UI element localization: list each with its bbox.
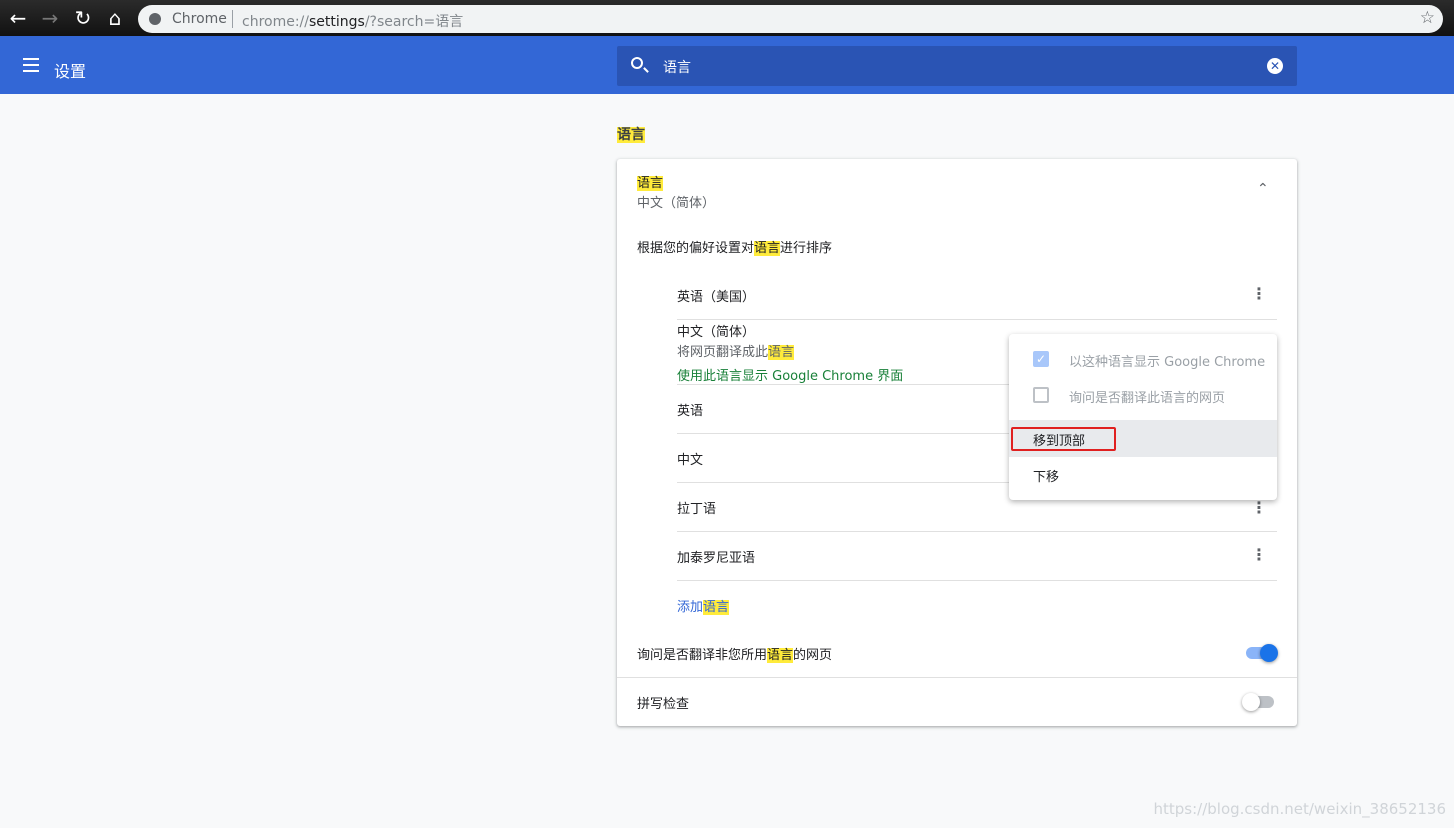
translate-toggle[interactable] (1246, 644, 1278, 662)
language-item: 中文 (677, 453, 704, 468)
offer-translate-checkbox[interactable] (1033, 387, 1049, 403)
language-context-menu: ✓ 以这种语言显示 Google Chrome 询问是否翻译此语言的网页 移到顶… (1009, 334, 1277, 500)
address-bar[interactable]: Chrome chrome://settings/?search=语言 ☆ (138, 5, 1443, 33)
divider (677, 580, 1277, 581)
language-item: 加泰罗尼亚语 (677, 551, 756, 566)
card-subtitle: 中文（简体） (637, 196, 716, 211)
search-box[interactable]: 语言 ✕ (617, 46, 1297, 86)
star-icon[interactable]: ☆ (1420, 8, 1435, 28)
reload-icon[interactable]: ↻ (71, 6, 95, 30)
spellcheck-label: 拼写检查 (637, 697, 690, 712)
toggle-pre: 询问是否翻译非您所用 (637, 648, 768, 663)
add-language-link[interactable]: 添加语言 (677, 596, 730, 615)
section-title: 语言 (617, 124, 645, 144)
add-pre: 添加 (677, 600, 704, 615)
language-item: 中文（简体） (677, 325, 756, 340)
desc-hl: 语言 (754, 241, 781, 256)
language-item: 英语（美国） (677, 290, 756, 305)
language-ui-note: 使用此语言显示 Google Chrome 界面 (677, 369, 904, 384)
browser-toolbar: ← → ↻ ⌂ Chrome chrome://settings/?search… (0, 0, 1454, 36)
separator (232, 10, 233, 28)
spellcheck-toggle[interactable] (1242, 693, 1274, 711)
display-chrome-label: 以这种语言显示 Google Chrome (1069, 355, 1266, 370)
forward-icon[interactable]: → (38, 6, 62, 30)
move-to-top-label: 移到顶部 (1033, 434, 1086, 449)
url-prefix: chrome:// (242, 14, 309, 30)
search-input[interactable]: 语言 (663, 57, 691, 77)
toggle-knob (1260, 644, 1278, 662)
order-description: 根据您的偏好设置对语言进行排序 (637, 237, 832, 256)
card-title-text: 语言 (637, 176, 664, 191)
language-item: 拉丁语 (677, 502, 717, 517)
chevron-up-icon[interactable]: ⌃ (1257, 181, 1269, 197)
desc-post: 进行排序 (780, 241, 833, 256)
toggle-knob (1242, 693, 1260, 711)
menu-item-move-to-top[interactable]: 移到顶部 (1009, 420, 1277, 457)
url-text: chrome://settings/?search=语言 (242, 11, 463, 31)
site-label: Chrome (172, 11, 227, 27)
toggle-post: 的网页 (793, 648, 833, 663)
divider (677, 319, 1277, 320)
search-icon-handle (643, 67, 649, 73)
more-vert-icon[interactable]: ⋮ (1249, 545, 1269, 565)
page-title: 设置 (54, 62, 87, 81)
display-chrome-checkbox[interactable]: ✓ (1033, 351, 1049, 367)
language-item: 英语 (677, 404, 704, 419)
back-icon[interactable]: ← (6, 6, 30, 30)
chrome-icon (149, 13, 161, 25)
card-title: 语言 (637, 172, 664, 191)
search-icon (631, 57, 643, 69)
url-rest: /?search=语言 (364, 14, 464, 30)
clear-search-icon[interactable]: ✕ (1267, 58, 1283, 74)
divider (677, 531, 1277, 532)
move-down-label: 下移 (1033, 470, 1060, 485)
translate-toggle-label: 询问是否翻译非您所用语言的网页 (637, 644, 832, 663)
add-hl: 语言 (703, 600, 730, 615)
divider (617, 677, 1297, 678)
note-pre: 将网页翻译成此 (677, 345, 769, 360)
language-translate-note: 将网页翻译成此语言 (677, 341, 795, 360)
more-vert-icon[interactable]: ⋮ (1249, 498, 1269, 518)
menu-item-move-down[interactable]: 下移 (1009, 457, 1277, 491)
more-vert-icon[interactable]: ⋮ (1249, 284, 1269, 304)
url-host: settings (309, 14, 365, 30)
note-hl: 语言 (768, 345, 795, 360)
toggle-hl: 语言 (767, 648, 794, 663)
offer-translate-label: 询问是否翻译此语言的网页 (1069, 391, 1226, 406)
desc-pre: 根据您的偏好设置对 (637, 241, 755, 256)
section-title-text: 语言 (617, 127, 645, 143)
menu-icon[interactable] (23, 58, 39, 72)
watermark: https://blog.csdn.net/weixin_38652136 (1153, 800, 1446, 818)
home-icon[interactable]: ⌂ (103, 6, 127, 30)
